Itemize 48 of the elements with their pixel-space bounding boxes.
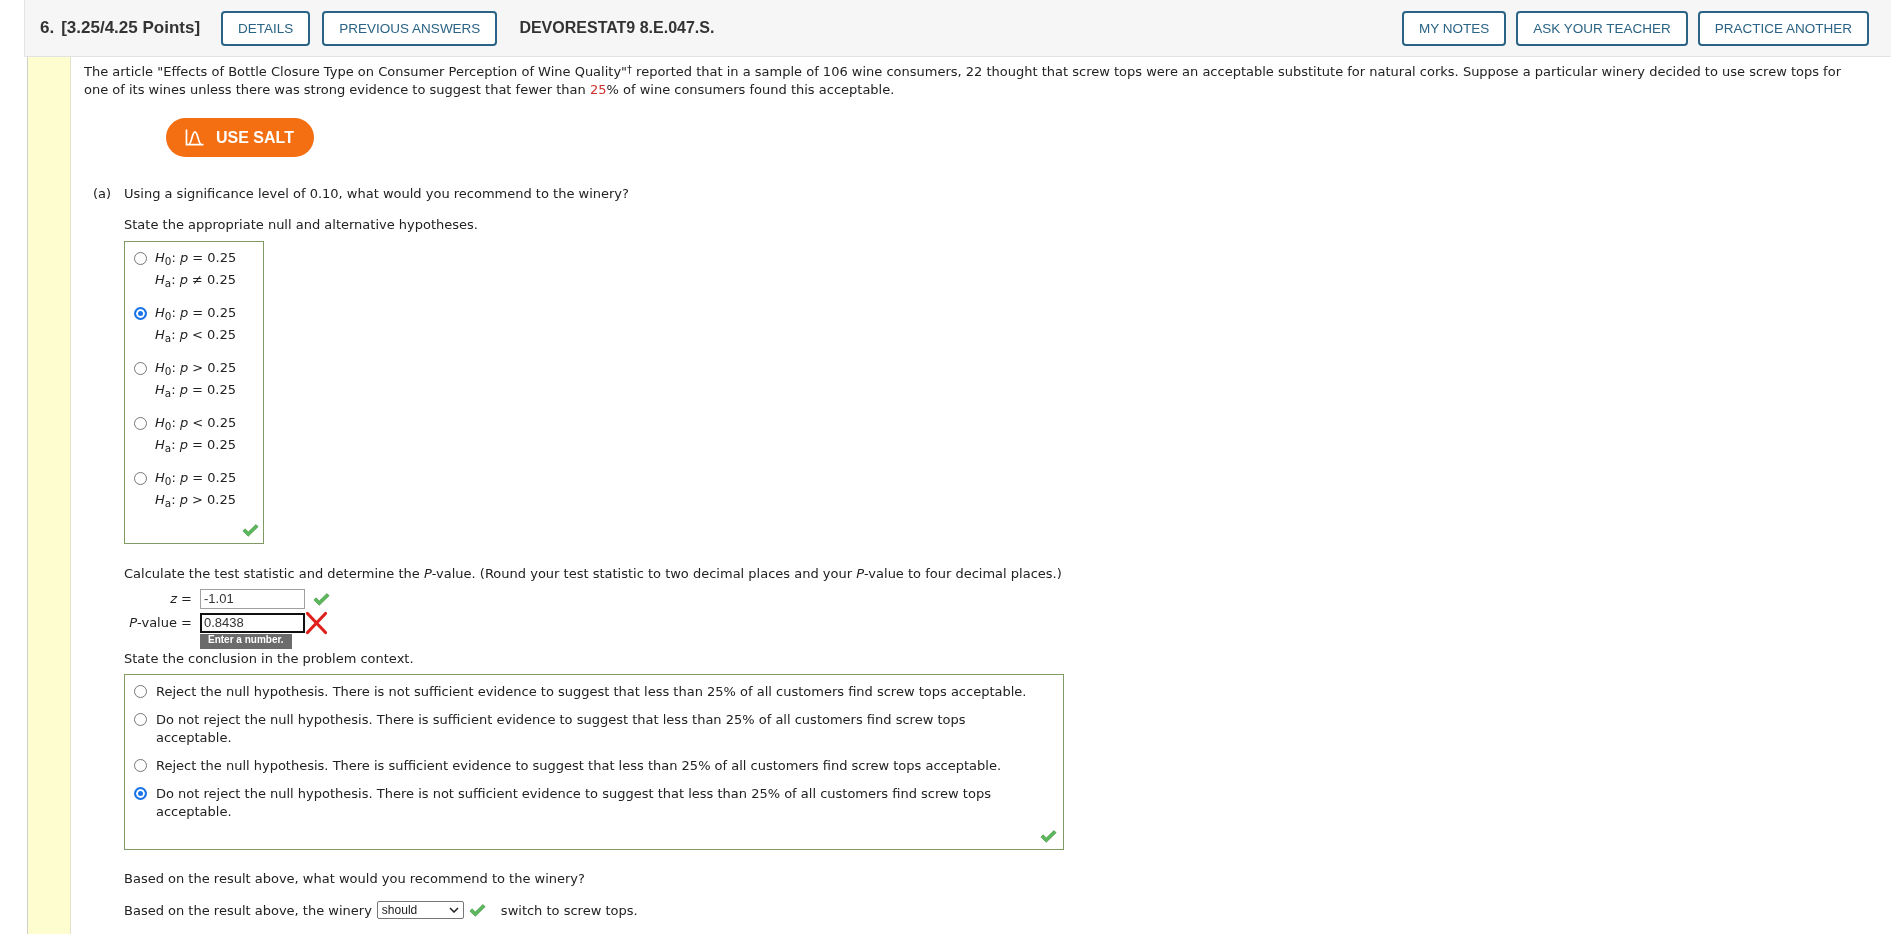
conclusion-option-text: Reject the null hypothesis. There is not sufficient evidence to suggest that less than 25% of all customers find screw tops acceptable.: [156, 683, 1027, 701]
problem-statement: The article "Effects of Bottle Closure Type on Consumer Perception of Wine Quality"$^{†}$ reported that in a sample of 106 wine consumers, 22 thought that screw tops were an acceptable substitute for natural corks. Suppose a particular winery decided to use screw tops for one of its wines unless there was strong evidence to suggest that fewer than 25% of wine consumers found this acceptable.: [84, 63, 1842, 99]
alternative-hypothesis-text: H$_{a}$: p = 0.25: [155, 381, 237, 401]
alternative-hypothesis-text: H$_{a}$: p ≠ 0.25: [155, 271, 237, 291]
my-notes-button[interactable]: MY NOTES: [1401, 10, 1507, 46]
tooltip: Enter a number.: [200, 634, 292, 649]
question-score: [3.25/4.25 Points]: [61, 18, 201, 38]
question-code: DEVORESTAT9 8.E.047.S.: [519, 19, 715, 37]
radio-button[interactable]: [134, 252, 147, 265]
alternative-hypothesis-text: H$_{a}$: p = 0.25: [155, 436, 237, 456]
answer-field[interactable]: -1.01: [200, 589, 305, 609]
answer-field[interactable]: 0.8438: [200, 613, 305, 633]
radio-button[interactable]: [134, 307, 147, 320]
ask-your-teacher-button[interactable]: ASK YOUR TEACHER: [1516, 10, 1688, 46]
prompt-text: Calculate the test statistic and determine the P-value. (Round your test statistic to two decimal places and your P-value to four decimal places.): [124, 565, 1063, 583]
question-text: Using a significance level of 0.10, what would you recommend to the winery?: [124, 185, 630, 203]
conclusion-option-text: Do not reject the null hypothesis. There is sufficient evidence to suggest that less than 25% of all customers find screw tops acceptable.: [156, 711, 967, 747]
part-label: (a): [93, 185, 113, 203]
conclusion-option-text: Reject the null hypothesis. There is sufficient evidence to suggest that less than 25% of all customers find screw tops acceptable.: [156, 757, 1002, 775]
null-hypothesis-text: H$_{0}$: p > 0.25: [155, 359, 237, 379]
radio-button[interactable]: [134, 787, 147, 800]
field-label: P-value =: [128, 614, 192, 632]
null-hypothesis-text: H$_{0}$: p = 0.25: [155, 249, 237, 269]
field-label: z =: [169, 590, 192, 608]
radio-button[interactable]: [134, 472, 147, 485]
null-hypothesis-text: H$_{0}$: p < 0.25: [155, 414, 237, 434]
conclusion-option-text: Do not reject the null hypothesis. There is not sufficient evidence to suggest that less than 25% of all customers find screw tops acceptable.: [156, 785, 992, 821]
radio-button[interactable]: [134, 759, 147, 772]
null-hypothesis-text: H$_{0}$: p = 0.25: [155, 304, 237, 324]
sentence-text: switch to screw tops.: [500, 902, 638, 918]
question-number: 6.: [40, 18, 55, 38]
question-text: Based on the result above, what would you recommend to the winery?: [124, 870, 586, 888]
prompt-text: State the conclusion in the problem context.: [124, 650, 415, 668]
sentence-text: Based on the result above, the winery: [124, 902, 372, 918]
radio-button[interactable]: [134, 362, 147, 375]
previous-answers-button[interactable]: PREVIOUS ANSWERS: [322, 10, 498, 46]
prompt-text: State the appropriate null and alternative hypotheses.: [124, 216, 479, 234]
radio-button[interactable]: [134, 685, 147, 698]
radio-button[interactable]: [134, 713, 147, 726]
details-button[interactable]: DETAILS: [221, 10, 311, 46]
null-hypothesis-text: H$_{0}$: p = 0.25: [155, 469, 237, 489]
alternative-hypothesis-text: H$_{a}$: p < 0.25: [155, 326, 237, 346]
practice-another-button[interactable]: PRACTICE ANOTHER: [1697, 10, 1869, 46]
chevron-down-icon: [448, 907, 459, 913]
alternative-hypothesis-text: H$_{a}$: p > 0.25: [155, 491, 237, 511]
bell-curve-icon: [185, 129, 204, 146]
winery-dropdown[interactable]: should: [376, 901, 464, 919]
radio-button[interactable]: [134, 417, 147, 430]
